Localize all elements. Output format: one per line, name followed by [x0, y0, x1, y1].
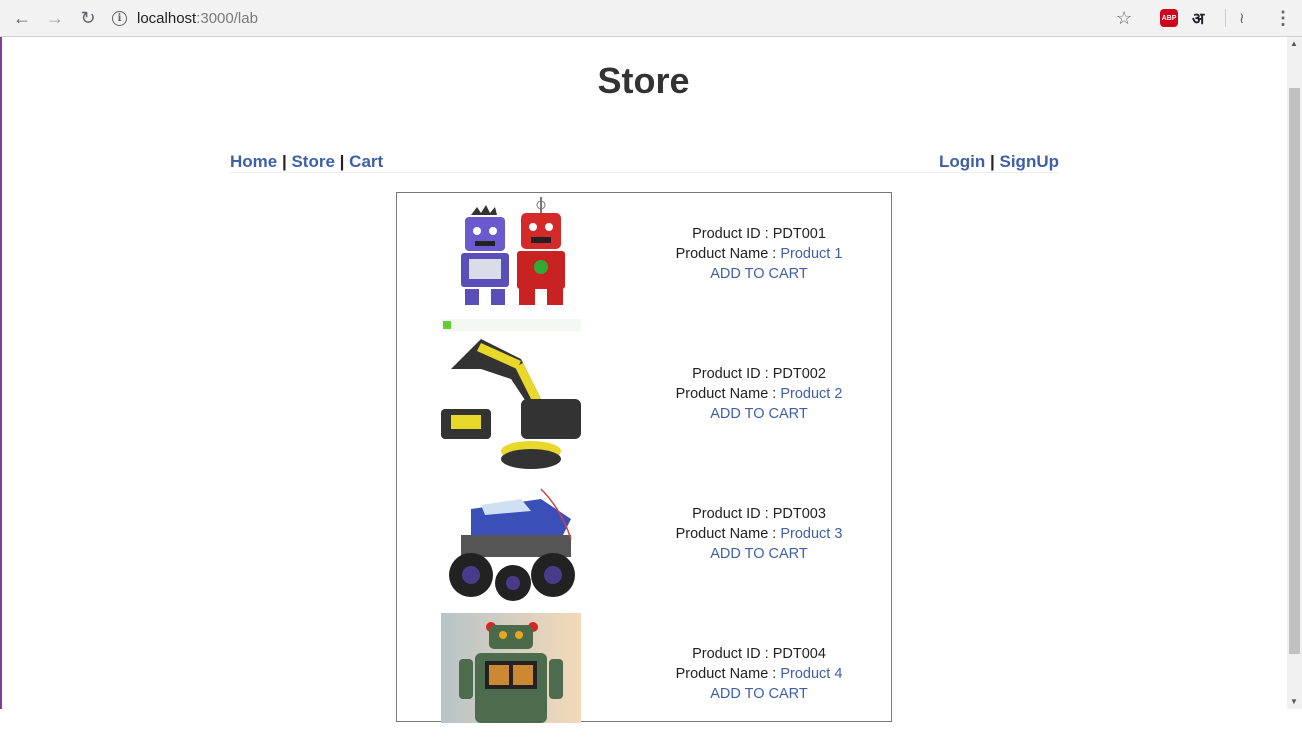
product-id: PDT002	[772, 366, 826, 382]
product-name-link[interactable]: Product 2	[780, 386, 842, 402]
nav-home-link[interactable]: Home	[230, 152, 277, 171]
product-name-label: Product Name :	[675, 246, 781, 262]
product-name-link[interactable]: Product 4	[780, 666, 842, 682]
scrollbar-thumb[interactable]	[1289, 88, 1300, 654]
product-row: Product ID : PDT002 Product Name : Produ…	[397, 319, 891, 471]
product-id: PDT004	[772, 646, 826, 662]
nav-login-link[interactable]: Login	[939, 152, 985, 171]
main-nav: Home | Store | Cart	[230, 152, 383, 172]
product-name-label: Product Name :	[675, 526, 781, 542]
kebab-menu-icon[interactable]: ⋮	[1274, 6, 1292, 30]
product-id-label: Product ID :	[692, 506, 773, 522]
site-info-icon[interactable]: i	[112, 10, 127, 26]
bookmark-star-icon[interactable]: ☆	[1116, 6, 1132, 30]
add-to-cart-button[interactable]: ADD TO CART	[629, 404, 889, 424]
product-row: Product ID : PDT003 Product Name : Produ…	[397, 479, 891, 619]
product-image	[441, 479, 581, 609]
adblock-icon[interactable]: ABP	[1160, 9, 1178, 27]
product-row: Product ID : PDT004 Product Name : Produ…	[397, 613, 891, 753]
product-id-label: Product ID :	[692, 366, 773, 382]
address-bar[interactable]: i localhost:3000/lab	[112, 6, 258, 30]
scroll-down-icon[interactable]: ▼	[1290, 697, 1298, 706]
product-list: Product ID : PDT001 Product Name : Produ…	[396, 192, 892, 723]
product-info: Product ID : PDT002 Product Name : Produ…	[629, 364, 889, 424]
url-host: localhost	[137, 9, 197, 27]
add-to-cart-button[interactable]: ADD TO CART	[629, 544, 889, 564]
nav-cart-link[interactable]: Cart	[349, 152, 383, 171]
incognito-icon[interactable]: ≀	[1239, 6, 1245, 30]
nav-separator: |	[281, 152, 287, 171]
page-title: Store	[597, 60, 690, 101]
product-image	[441, 319, 581, 471]
product-id-label: Product ID :	[692, 226, 773, 242]
add-to-cart-button[interactable]: ADD TO CART	[629, 684, 889, 704]
scroll-up-icon[interactable]: ▲	[1290, 39, 1298, 48]
product-info: Product ID : PDT004 Product Name : Produ…	[629, 644, 889, 704]
nav-separator: |	[339, 152, 345, 171]
product-id: PDT003	[772, 506, 826, 522]
product-id: PDT001	[772, 226, 826, 242]
auth-nav: Login | SignUp	[939, 152, 1059, 172]
product-image	[441, 193, 581, 315]
language-icon[interactable]: अ	[1192, 6, 1204, 30]
product-id-label: Product ID :	[692, 646, 773, 662]
toolbar-divider	[1225, 9, 1226, 27]
browser-toolbar: ← → ↻ i localhost:3000/lab ☆ ABP अ ≀ ⋮	[0, 0, 1302, 37]
product-name-link[interactable]: Product 1	[780, 246, 842, 262]
product-name-label: Product Name :	[675, 386, 781, 402]
nav-signup-link[interactable]: SignUp	[1000, 152, 1060, 171]
reload-icon[interactable]: ↻	[76, 7, 100, 29]
nav-store-link[interactable]: Store	[291, 152, 334, 171]
product-name-label: Product Name :	[675, 666, 781, 682]
product-row: Product ID : PDT001 Product Name : Produ…	[397, 193, 891, 333]
url-path: :3000/lab	[196, 9, 258, 27]
back-arrow-icon[interactable]: ←	[10, 7, 34, 29]
add-to-cart-button[interactable]: ADD TO CART	[629, 264, 889, 284]
forward-arrow-icon[interactable]: →	[43, 7, 67, 29]
product-name-link[interactable]: Product 3	[780, 526, 842, 542]
nav-separator: |	[990, 152, 995, 171]
product-image	[441, 613, 581, 723]
product-info: Product ID : PDT003 Product Name : Produ…	[629, 504, 889, 564]
window-edge	[0, 37, 2, 709]
product-info: Product ID : PDT001 Product Name : Produ…	[629, 224, 889, 284]
